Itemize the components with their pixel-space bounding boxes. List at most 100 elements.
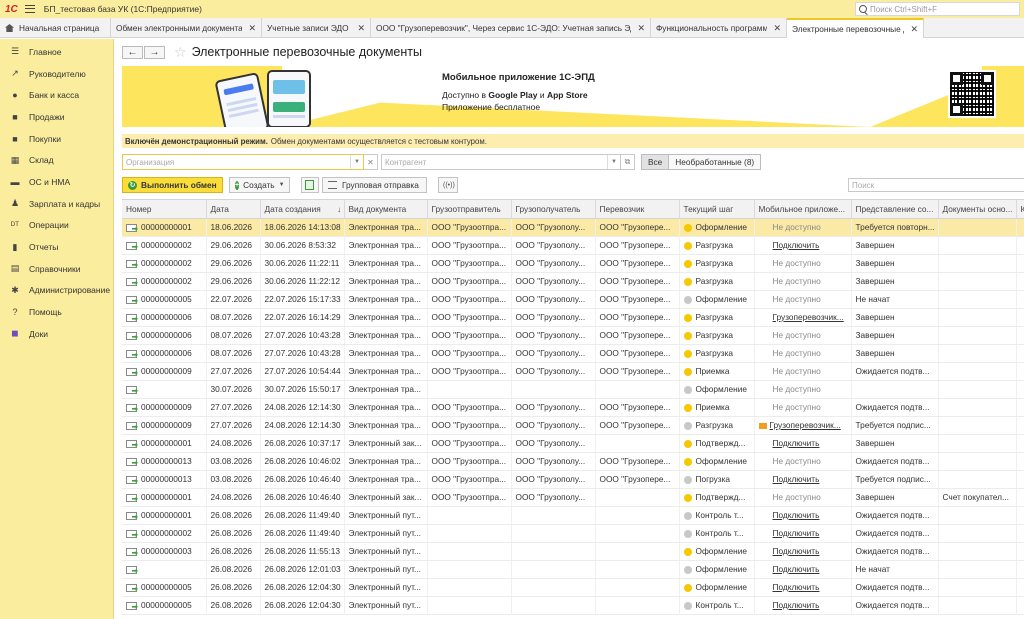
table-row[interactable]: 26.08.2026 26.08.2026 12:01:03 Электронный…	[122, 560, 1024, 579]
table-row[interactable]: 00000000002 29.06.2026 30.06.2026 8:53:32 Э…	[122, 236, 1024, 255]
chevron-down-icon[interactable]: ▼	[607, 155, 620, 169]
sidebar-item-13[interactable]: ◼ Доки	[0, 323, 113, 345]
mobile-link[interactable]: Подключить	[773, 546, 820, 556]
table-search-input[interactable]: Поиск	[848, 178, 1024, 192]
table-row[interactable]: 00000000002 26.08.2026 26.08.2026 11:49:40…	[122, 524, 1024, 543]
favorite-star-icon[interactable]: ☆	[174, 44, 187, 61]
mobile-app-banner[interactable]: Мобильное приложение 1С-ЭПД Доступно в G…	[122, 66, 1024, 127]
table-row[interactable]: 30.07.2026 30.07.2026 15:50:17 Электронная…	[122, 380, 1024, 399]
tab-0[interactable]: Начальная страница	[0, 18, 111, 38]
broadcast-button[interactable]: ((•))	[438, 177, 458, 193]
cell-mobile[interactable]: Подключить	[754, 524, 852, 543]
column-header-8[interactable]: Мобильное приложе...	[754, 200, 852, 219]
cell-mobile[interactable]: Подключить	[754, 434, 852, 453]
table-row[interactable]: 00000000009 27.07.2026 24.08.2026 12:14:30…	[122, 398, 1024, 417]
column-header-0[interactable]: Номер	[122, 200, 207, 219]
tab-3[interactable]: ООО "Грузоперевозчик", Через сервис 1С-Э…	[371, 18, 651, 38]
tab-5[interactable]: Электронные перевозочные документы ✕	[787, 18, 924, 38]
create-button[interactable]: + Создать ▼	[229, 177, 290, 193]
table-row[interactable]: 00000000003 26.08.2026 26.08.2026 11:55:13…	[122, 542, 1024, 561]
mobile-link[interactable]: Подключить	[773, 240, 820, 250]
sidebar-item-2[interactable]: ● Банк и касса	[0, 84, 113, 106]
close-icon[interactable]: ✕	[773, 23, 781, 34]
mobile-link[interactable]: Подключить	[773, 528, 820, 538]
organization-filter-input[interactable]: Организация ▼	[122, 154, 364, 170]
sidebar-item-12[interactable]: ? Помощь	[0, 301, 113, 323]
sidebar-item-10[interactable]: ▤ Справочники	[0, 258, 113, 280]
sidebar-item-4[interactable]: ■ Покупки	[0, 128, 113, 150]
mobile-link[interactable]: Подключить	[773, 564, 820, 574]
close-icon[interactable]: ✕	[357, 23, 365, 34]
table-row[interactable]: 00000000006 08.07.2026 27.07.2026 10:43:28…	[122, 344, 1024, 363]
main-menu-icon[interactable]	[24, 5, 35, 13]
mobile-link[interactable]: Грузоперевозчик...	[770, 420, 841, 430]
table-row[interactable]: 00000000002 29.06.2026 30.06.2026 11:22:12…	[122, 272, 1024, 291]
column-header-4[interactable]: Грузоотправитель	[427, 200, 512, 219]
cell-mobile[interactable]: Подключить	[754, 236, 852, 255]
column-header-5[interactable]: Грузополучатель	[511, 200, 596, 219]
exchange-button[interactable]: ↻ Выполнить обмен	[122, 177, 223, 193]
table-row[interactable]: 00000000013 03.08.2026 26.08.2026 10:46:40…	[122, 470, 1024, 489]
column-header-1[interactable]: Дата	[206, 200, 261, 219]
column-header-10[interactable]: Документы осно...	[938, 200, 1017, 219]
cell-mobile[interactable]: Подключить	[754, 596, 852, 615]
cell-mobile[interactable]: Подключить	[754, 506, 852, 525]
group-send-button[interactable]: Групповая отправка	[322, 177, 427, 193]
global-search-input[interactable]: Поиск Ctrl+Shift+F	[855, 2, 1020, 16]
tab-1[interactable]: Обмен электронными документами ✕	[111, 18, 262, 38]
sidebar-item-11[interactable]: ✱ Администрирование	[0, 280, 113, 302]
table-row[interactable]: 00000000001 24.08.2026 26.08.2026 10:37:17…	[122, 434, 1024, 453]
copy-button[interactable]	[301, 177, 319, 193]
table-row[interactable]: 00000000005 26.08.2026 26.08.2026 12:04:30…	[122, 578, 1024, 597]
sidebar-item-8[interactable]: ᴰᵀ Операции	[0, 215, 113, 237]
column-header-2[interactable]: Дата создания ↓	[260, 200, 345, 219]
chevron-down-icon[interactable]: ▼	[350, 155, 363, 169]
table-row[interactable]: 00000000001 18.06.2026 18.06.2026 14:13:08…	[122, 218, 1024, 237]
sidebar-item-0[interactable]: ☰ Главное	[0, 41, 113, 63]
table-row[interactable]: 00000000002 29.06.2026 30.06.2026 11:22:11…	[122, 254, 1024, 273]
table-row[interactable]: 00000000005 26.08.2026 26.08.2026 12:04:30…	[122, 596, 1024, 615]
table-row[interactable]: 00000000006 08.07.2026 27.07.2026 10:43:28…	[122, 326, 1024, 345]
mobile-link[interactable]: Подключить	[773, 510, 820, 520]
table-row[interactable]: 00000000005 22.07.2026 22.07.2026 15:17:33…	[122, 290, 1024, 309]
column-header-7[interactable]: Текущий шаг	[679, 200, 755, 219]
mobile-link[interactable]: Подключить	[773, 600, 820, 610]
sidebar-item-1[interactable]: ↗ Руководителю	[0, 63, 113, 85]
column-header-11[interactable]: К	[1016, 200, 1024, 219]
table-row[interactable]: 00000000001 26.08.2026 26.08.2026 11:49:40…	[122, 506, 1024, 525]
sidebar-item-5[interactable]: ▦ Склад	[0, 149, 113, 171]
cell-mobile[interactable]: Подключить	[754, 560, 852, 579]
mobile-link[interactable]: Подключить	[773, 438, 820, 448]
sidebar-item-3[interactable]: ■ Продажи	[0, 106, 113, 128]
cell-mobile[interactable]: Грузоперевозчик...	[754, 308, 852, 327]
table-row[interactable]: 00000000013 03.08.2026 26.08.2026 10:46:02…	[122, 452, 1024, 471]
close-icon[interactable]: ✕	[248, 23, 256, 34]
table-row[interactable]: 00000000006 08.07.2026 22.07.2026 16:14:29…	[122, 308, 1024, 327]
sidebar-item-9[interactable]: ▮ Отчеты	[0, 236, 113, 258]
cell-mobile[interactable]: Грузоперевозчик...	[754, 416, 852, 435]
back-button[interactable]: ←	[122, 45, 143, 59]
cell-mobile[interactable]: Подключить	[754, 470, 852, 489]
column-header-3[interactable]: Вид документа	[344, 200, 428, 219]
forward-button[interactable]: →	[144, 45, 165, 59]
sidebar-item-7[interactable]: ♟ Зарплата и кадры	[0, 193, 113, 215]
filter-unprocessed-button[interactable]: Необработанные (8)	[669, 154, 762, 170]
tab-2[interactable]: Учетные записи ЭДО ✕	[262, 18, 371, 38]
filter-all-button[interactable]: Все	[641, 154, 670, 170]
open-counterparty-icon[interactable]: ⧉	[621, 154, 635, 170]
mobile-link[interactable]: Подключить	[773, 582, 820, 592]
sidebar-item-6[interactable]: ▬ ОС и НМА	[0, 171, 113, 193]
cell-mobile[interactable]: Подключить	[754, 542, 852, 561]
clear-organization-icon[interactable]: ✕	[364, 154, 378, 170]
close-icon[interactable]: ✕	[910, 24, 918, 35]
column-header-9[interactable]: Представление со...	[851, 200, 939, 219]
table-row[interactable]: 00000000001 24.08.2026 26.08.2026 10:46:40…	[122, 488, 1024, 507]
table-row[interactable]: 00000000009 27.07.2026 27.07.2026 10:54:44…	[122, 362, 1024, 381]
close-icon[interactable]: ✕	[637, 23, 645, 34]
mobile-link[interactable]: Подключить	[773, 474, 820, 484]
tab-4[interactable]: Функциональность программы ✕	[651, 18, 787, 38]
column-header-6[interactable]: Перевозчик	[595, 200, 680, 219]
counterparty-filter-input[interactable]: Контрагент ▼	[381, 154, 621, 170]
table-row[interactable]: 00000000009 27.07.2026 24.08.2026 12:14:30…	[122, 416, 1024, 435]
mobile-link[interactable]: Грузоперевозчик...	[773, 312, 844, 322]
